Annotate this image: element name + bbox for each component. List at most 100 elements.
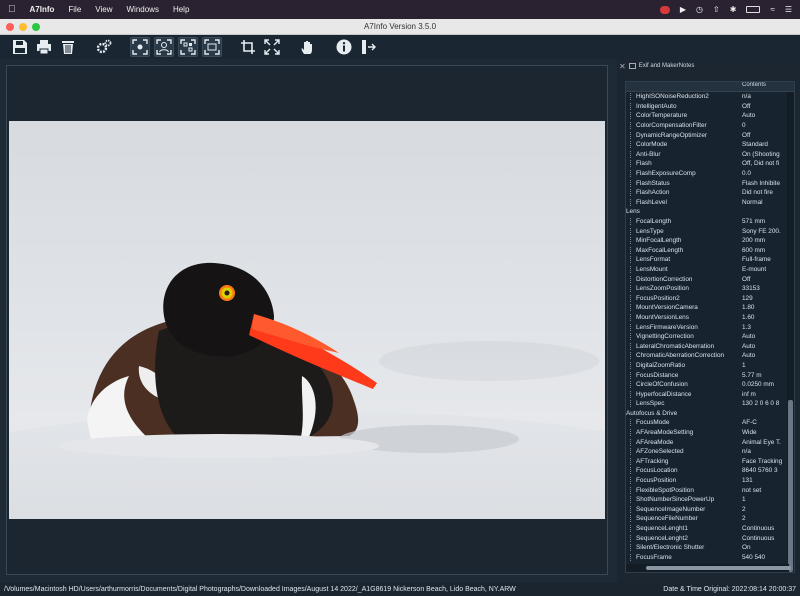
tag-value: On (742, 544, 751, 552)
tag-name: ColorMode (626, 141, 740, 149)
tag-name: MountVersionCamera (626, 304, 740, 312)
tree-row[interactable]: LensZoomPosition 33153 (626, 284, 794, 294)
tree-row[interactable]: ShotNumberSincePowerUp 1 (626, 495, 794, 505)
tree-row[interactable]: ChromaticAberrationCorrection Auto (626, 351, 794, 361)
menu-help[interactable]: Help (173, 5, 189, 14)
tree-row[interactable]: LateralChromaticAberration Auto (626, 341, 794, 351)
frame-button[interactable] (202, 37, 222, 57)
menu-windows[interactable]: Windows (126, 5, 158, 14)
tree-row[interactable]: FlashLevel Normal (626, 198, 794, 208)
column-header-tag[interactable] (626, 82, 740, 91)
tag-value: 200 mm (742, 237, 766, 245)
tree-row[interactable]: DistortionCorrection Off (626, 274, 794, 284)
tree-row[interactable]: LensType Sony FE 200. (626, 226, 794, 236)
tree-row[interactable]: CircleOfConfusion 0.0250 mm (626, 380, 794, 390)
tree-group[interactable]: Lens (626, 207, 794, 217)
control-center-icon[interactable]: ☰ (785, 5, 792, 14)
tree-row[interactable]: SequenceImageNumber 2 (626, 505, 794, 515)
mac-menubar:  A7Info File View Windows Help ▶ ◷ ⇧ ✱ … (0, 0, 800, 19)
image-viewer[interactable] (6, 65, 608, 575)
tag-value: Standard (742, 141, 768, 149)
play-icon[interactable]: ▶ (680, 5, 686, 14)
menu-app-name[interactable]: A7Info (30, 5, 55, 14)
tree-row[interactable]: DynamicRangeOptimizer Off (626, 130, 794, 140)
tree-row[interactable]: MountVersionCamera 1.80 (626, 303, 794, 313)
close-window-button[interactable] (6, 23, 14, 31)
tree-row[interactable]: ColorCompensationFilter 0 (626, 121, 794, 131)
af-points-button[interactable] (178, 37, 198, 57)
close-panel-icon[interactable]: ✕ (619, 62, 626, 71)
delete-button[interactable] (58, 37, 78, 57)
tree-row[interactable]: VignettingCorrection Auto (626, 332, 794, 342)
horizontal-scroll-thumb[interactable] (646, 566, 791, 570)
tree-row[interactable]: LensFirmwareVersion 1.3 (626, 322, 794, 332)
exif-tree[interactable]: Contents HighISONoiseReduction2 n/a Intell… (625, 81, 795, 573)
float-panel-icon[interactable] (628, 63, 636, 69)
tree-row[interactable]: Anti-Blur On (Shooting (626, 150, 794, 160)
apple-icon[interactable]:  (8, 4, 16, 15)
tree-row[interactable]: DigitalZoomRatio 1 (626, 361, 794, 371)
tree-row[interactable]: ColorMode Standard (626, 140, 794, 150)
settings-button[interactable] (94, 37, 114, 57)
print-button[interactable] (34, 37, 54, 57)
horizontal-scrollbar[interactable] (626, 564, 791, 572)
tree-row[interactable]: AFAreaModeSetting Wide (626, 428, 794, 438)
tree-row[interactable]: FlexibleSpotPosition not set (626, 485, 794, 495)
tree-row[interactable]: LensMount E-mount (626, 265, 794, 275)
tag-name: SequenceLenght2 (626, 534, 740, 542)
tree-row[interactable]: FocusLocation 8640 5760 3 (626, 466, 794, 476)
tree-row[interactable]: AFAreaMode Animal Eye T. (626, 437, 794, 447)
tree-row[interactable]: SequenceLenght1 Continuous (626, 524, 794, 534)
tree-row[interactable]: FlashStatus Flash Inhibite (626, 178, 794, 188)
save-button[interactable] (10, 37, 30, 57)
tree-row[interactable]: HighISONoiseReduction2 n/a (626, 92, 794, 102)
tree-row[interactable]: FocusMode AF-C (626, 418, 794, 428)
zoom-window-button[interactable] (32, 23, 40, 31)
focus-point-button[interactable] (130, 37, 150, 57)
column-header-contents[interactable]: Contents (740, 82, 794, 91)
menu-view[interactable]: View (95, 5, 112, 14)
tree-row[interactable]: FlashExposureComp 0.0 (626, 169, 794, 179)
menu-file[interactable]: File (68, 5, 81, 14)
tree-row[interactable]: FocusDistance 5.77 m (626, 370, 794, 380)
bluetooth-icon[interactable]: ✱ (730, 5, 737, 14)
vertical-scroll-thumb[interactable] (788, 400, 793, 572)
tree-row[interactable]: LensSpec 130 2 0 6 0 8 (626, 399, 794, 409)
tree-row[interactable]: IntelligentAuto Off (626, 102, 794, 112)
tree-row[interactable]: SequenceFileNumber 2 (626, 514, 794, 524)
vertical-scrollbar[interactable] (787, 92, 794, 572)
tree-row[interactable]: FocalLength 571 mm (626, 217, 794, 227)
battery-icon[interactable] (746, 6, 761, 13)
tree-group[interactable]: Autofocus & Drive (626, 409, 794, 419)
fit-button[interactable] (262, 37, 282, 57)
creative-cloud-icon[interactable] (659, 5, 670, 14)
tree-row[interactable]: FocusFrame 540 540 (626, 553, 794, 563)
tree-row[interactable]: AFZoneSelected n/a (626, 447, 794, 457)
info-button[interactable] (334, 37, 354, 57)
wifi-icon[interactable]: ≈ (770, 5, 774, 14)
tree-row[interactable]: MinFocalLength 200 mm (626, 236, 794, 246)
tree-row[interactable]: ColorTemperature Auto (626, 111, 794, 121)
tree-row[interactable]: MaxFocalLength 600 mm (626, 246, 794, 256)
upload-icon[interactable]: ⇧ (713, 5, 720, 14)
face-frame-icon (156, 39, 172, 55)
tree-row[interactable]: FocusPosition 131 (626, 476, 794, 486)
crop-button[interactable] (238, 37, 258, 57)
tree-row[interactable]: Silent/Electronic Shutter On (626, 543, 794, 553)
face-detect-button[interactable] (154, 37, 174, 57)
clock-icon[interactable]: ◷ (696, 5, 703, 14)
minimize-window-button[interactable] (19, 23, 27, 31)
tree-row[interactable]: AFTracking Face Tracking (626, 457, 794, 467)
tree-row[interactable]: HyperfocalDistance inf m (626, 389, 794, 399)
tag-name: DynamicRangeOptimizer (626, 131, 740, 139)
tree-row[interactable]: FlashAction Did not fire (626, 188, 794, 198)
tag-value: not set (742, 486, 762, 494)
tag-value: 1 (742, 361, 746, 369)
tree-row[interactable]: Flash Off, Did not fi (626, 159, 794, 169)
tree-row[interactable]: LensFormat Full-frame (626, 255, 794, 265)
tree-row[interactable]: MountVersionLens 1.60 (626, 313, 794, 323)
tree-row[interactable]: FocusPosition2 129 (626, 293, 794, 303)
pan-button[interactable] (298, 37, 318, 57)
exit-button[interactable] (358, 37, 378, 57)
tree-row[interactable]: SequenceLenght2 Continuous (626, 533, 794, 543)
